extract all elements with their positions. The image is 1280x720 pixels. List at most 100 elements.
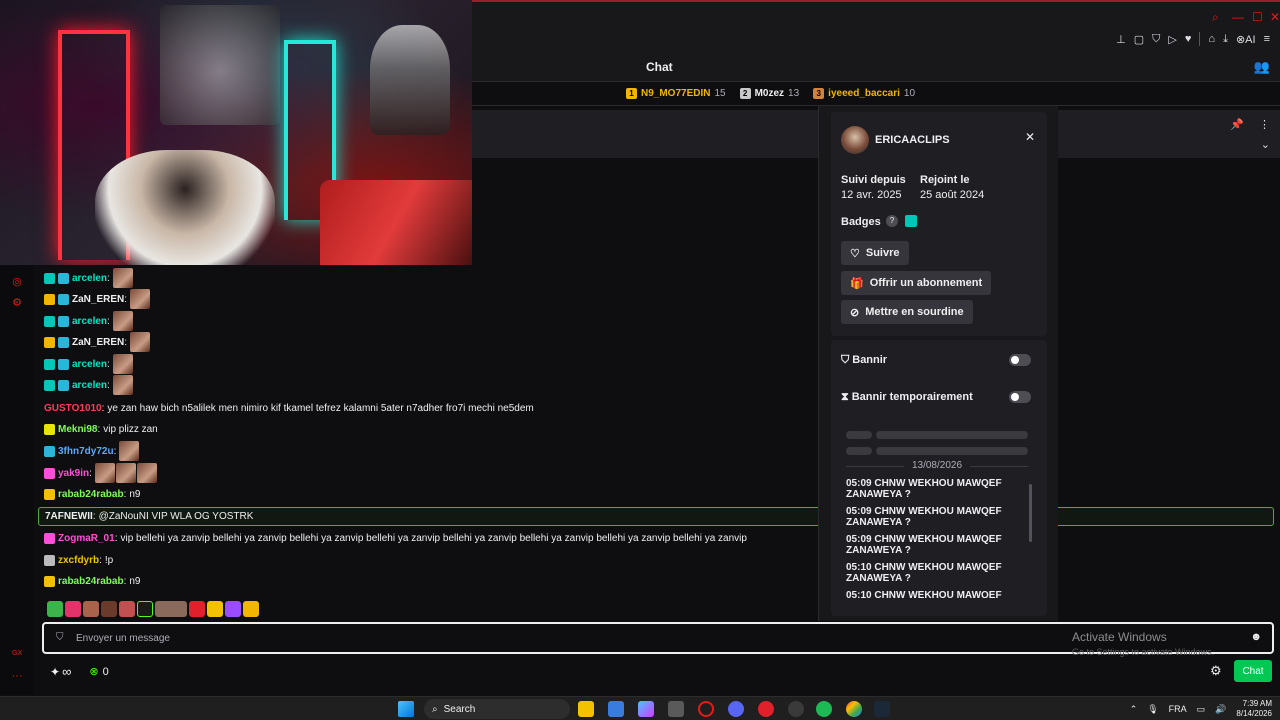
kebab-menu-icon[interactable]: ⋮ bbox=[1259, 118, 1270, 131]
chat-username[interactable]: rabab24rabab bbox=[58, 576, 124, 587]
user-badge-icon[interactable]: face bbox=[44, 532, 55, 544]
user-badge-icon[interactable]: 1 bbox=[44, 293, 55, 305]
user-badge-icon[interactable]: cat bbox=[44, 488, 55, 500]
user-badge-icon[interactable]: face bbox=[44, 467, 55, 479]
channel-points-icon[interactable]: ✦ bbox=[50, 665, 60, 679]
chat-username[interactable]: 7AFNEWII bbox=[45, 511, 93, 522]
ban-toggle[interactable] bbox=[1009, 354, 1031, 366]
chat-emote[interactable] bbox=[112, 354, 133, 374]
opera-gx-icon[interactable] bbox=[698, 701, 714, 717]
chat-message-input[interactable] bbox=[76, 630, 976, 646]
search-icon[interactable]: ⌕ bbox=[1212, 10, 1219, 25]
user-badge-icon[interactable]: sub bbox=[58, 293, 69, 305]
user-badge-icon[interactable]: 19 bbox=[44, 423, 55, 435]
lock-icon[interactable]: ⌂ bbox=[1208, 33, 1215, 45]
user-badge-icon[interactable]: 1 bbox=[44, 336, 55, 348]
download-icon[interactable]: ⤓ bbox=[1223, 33, 1228, 46]
chat-emote[interactable] bbox=[94, 463, 115, 483]
stream-webcam-video[interactable] bbox=[0, 0, 472, 265]
heart-icon[interactable]: ♥ bbox=[1185, 33, 1192, 45]
chat-username[interactable]: GUSTO1010 bbox=[44, 403, 102, 414]
user-badge-icon[interactable]: 42 bbox=[44, 315, 55, 327]
chat-emote[interactable] bbox=[136, 463, 157, 483]
chat-username[interactable]: ZaN_EREN bbox=[72, 294, 124, 305]
user-badge-icon[interactable]: 42 bbox=[44, 379, 55, 391]
emote[interactable] bbox=[83, 601, 99, 617]
windows-start-icon[interactable] bbox=[398, 701, 414, 717]
user-badge-icon[interactable]: sub bbox=[58, 336, 69, 348]
discord-icon[interactable] bbox=[728, 701, 744, 717]
chevron-down-icon[interactable]: ⌄ bbox=[1261, 138, 1270, 151]
close-icon[interactable]: ✕ bbox=[1025, 130, 1035, 144]
chevron-up-icon[interactable]: ⌃ bbox=[1130, 704, 1138, 715]
minimize-icon[interactable]: — bbox=[1232, 10, 1244, 24]
calculator-icon[interactable] bbox=[668, 701, 684, 717]
user-badge-icon[interactable]: sub bbox=[58, 315, 69, 327]
menu-icon[interactable]: ≡ bbox=[1264, 33, 1270, 45]
app-icon[interactable] bbox=[758, 701, 774, 717]
steam-icon[interactable] bbox=[874, 701, 890, 717]
settings-icon[interactable]: ⚙ bbox=[10, 296, 24, 310]
chat-emote[interactable] bbox=[112, 268, 133, 288]
copilot-icon[interactable] bbox=[638, 701, 654, 717]
chat-username[interactable]: arcelen bbox=[72, 380, 107, 391]
emote[interactable] bbox=[189, 601, 205, 617]
chat-emote[interactable] bbox=[112, 375, 133, 395]
user-badge-icon[interactable]: sub bbox=[44, 445, 55, 457]
leaderboard-entry[interactable]: 2 M0zez 13 bbox=[739, 88, 799, 99]
history-scrollbar[interactable] bbox=[1029, 484, 1032, 542]
chat-username[interactable]: ZaN_EREN bbox=[72, 337, 124, 348]
chat-emote[interactable] bbox=[112, 311, 133, 331]
user-name[interactable]: ERICAACLIPS bbox=[875, 134, 950, 146]
settings-icon[interactable]: ⚙ bbox=[1210, 663, 1222, 679]
follow-button[interactable]: ♡ Suivre bbox=[841, 241, 909, 265]
emote[interactable] bbox=[207, 601, 223, 617]
user-badge-icon[interactable]: sub bbox=[58, 358, 69, 370]
user-badge-icon[interactable]: 42 bbox=[44, 358, 55, 370]
emote[interactable] bbox=[65, 601, 81, 617]
chat-emote[interactable] bbox=[130, 289, 151, 309]
chat-username[interactable]: arcelen bbox=[72, 359, 107, 370]
store-icon[interactable] bbox=[608, 701, 624, 717]
chat-username[interactable]: arcelen bbox=[72, 273, 107, 284]
broadcast-icon[interactable]: ◎ bbox=[10, 275, 24, 289]
chat-emote[interactable] bbox=[115, 463, 136, 483]
emote[interactable] bbox=[137, 601, 153, 617]
shield-icon[interactable]: ⛉ bbox=[1152, 33, 1160, 46]
emote[interactable] bbox=[243, 601, 259, 617]
user-badge-icon[interactable]: 42 bbox=[44, 272, 55, 284]
timeout-toggle[interactable] bbox=[1009, 391, 1031, 403]
emote[interactable] bbox=[101, 601, 117, 617]
chat-emote[interactable] bbox=[130, 332, 151, 352]
ai-icon[interactable]: ⊗AI bbox=[1236, 33, 1256, 46]
pin-icon[interactable]: 📌 bbox=[1230, 118, 1244, 131]
emote[interactable] bbox=[47, 601, 63, 617]
mute-button[interactable]: ⊘ Mettre en sourdine bbox=[841, 300, 973, 324]
chrome-icon[interactable] bbox=[846, 701, 862, 717]
more-icon[interactable]: ··· bbox=[10, 670, 24, 684]
window-icon[interactable]: ▢ bbox=[1134, 33, 1144, 46]
leaderboard-entry[interactable]: 1 N9_MO77EDIN 15 bbox=[626, 88, 726, 99]
kick-coin-icon[interactable]: ⊗ bbox=[89, 665, 98, 678]
chat-username[interactable]: rabab24rabab bbox=[58, 489, 124, 500]
spotify-icon[interactable] bbox=[816, 701, 832, 717]
send-chat-button[interactable]: Chat bbox=[1234, 660, 1272, 682]
user-badge-icon[interactable]: gray bbox=[44, 554, 55, 566]
maximize-icon[interactable]: ☐ bbox=[1252, 10, 1263, 24]
file-explorer-icon[interactable] bbox=[578, 701, 594, 717]
steam-like-icon[interactable] bbox=[788, 701, 804, 717]
chat-username[interactable]: ZogmaR_01 bbox=[58, 533, 115, 544]
community-icon[interactable]: 👥 bbox=[1254, 59, 1270, 75]
microphone-icon[interactable]: 🎙 bbox=[1147, 704, 1158, 715]
chat-username[interactable]: zxcfdyrb bbox=[58, 555, 99, 566]
leaderboard-entry[interactable]: 3 iyeeed_baccari 10 bbox=[813, 88, 915, 99]
chat-emote[interactable] bbox=[119, 441, 140, 461]
emote[interactable] bbox=[225, 601, 241, 617]
play-icon[interactable]: ▷ bbox=[1168, 33, 1176, 46]
volume-icon[interactable]: 🔊 bbox=[1215, 704, 1226, 715]
gift-sub-button[interactable]: 🎁 Offrir un abonnement bbox=[841, 271, 992, 295]
language-indicator[interactable]: FRA bbox=[1169, 704, 1187, 714]
user-badge-icon[interactable]: cat bbox=[44, 575, 55, 587]
taskbar-search[interactable]: ⌕ Search bbox=[424, 699, 570, 719]
chat-username[interactable]: 3fhn7dy72u bbox=[58, 446, 114, 457]
